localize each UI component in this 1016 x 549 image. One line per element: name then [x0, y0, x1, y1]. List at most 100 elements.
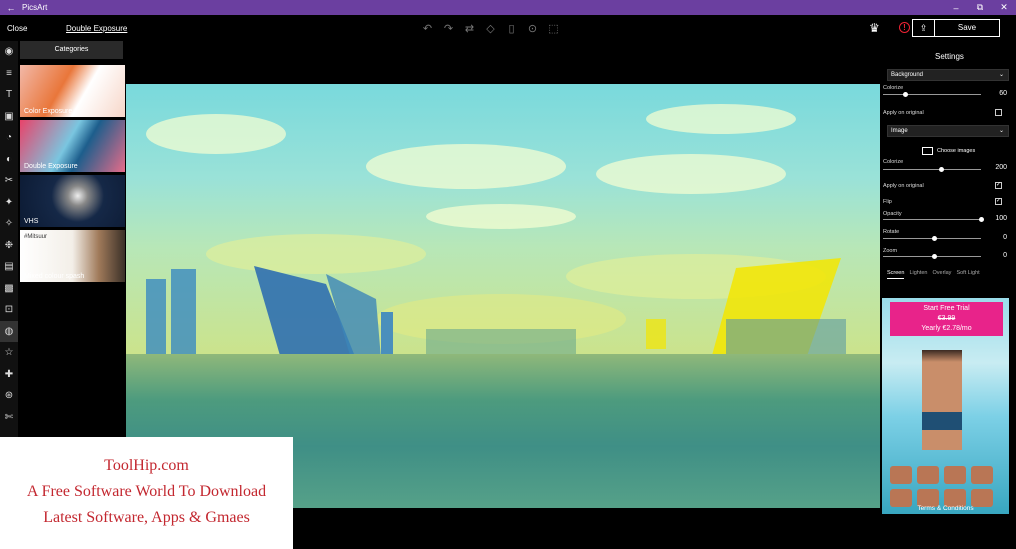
tab-overlay[interactable]: Overlay [932, 270, 951, 279]
watermark-line-2: A Free Software World To Download [26, 483, 267, 500]
info-icon[interactable]: ! [899, 22, 910, 33]
minimize-button[interactable]: – [944, 3, 968, 13]
colorize-slider[interactable] [883, 92, 981, 97]
brush-icon[interactable]: ❉ [0, 235, 18, 257]
watermark-line-3: Latest Software, Apps & Gmaes [43, 509, 250, 526]
heal-icon[interactable]: ✚ [0, 364, 18, 386]
settings-panel: Settings Background ⌄ Colorize 60 Apply o… [880, 41, 1016, 549]
maximize-button[interactable]: ⧉ [968, 2, 992, 13]
trial-text: Start Free Trial [923, 305, 970, 312]
image-icon [922, 147, 933, 155]
slider-knob[interactable] [979, 217, 984, 222]
zoom-slider[interactable] [883, 254, 981, 259]
thumb-tag: #Mitsuur [24, 234, 48, 240]
redo-icon[interactable]: ↷ [441, 21, 456, 35]
flip-checkbox[interactable]: ✓ [995, 198, 1002, 205]
rotate-slider[interactable] [883, 236, 981, 241]
undo-icon[interactable]: ↶ [420, 21, 435, 35]
text-icon[interactable]: T [0, 84, 18, 106]
colorize-value: 60 [999, 90, 1007, 97]
effect-thumb-color-exposure[interactable]: Color Exposure [20, 65, 125, 117]
frame-icon[interactable]: ▩ [0, 278, 18, 300]
old-price: €3.99 [937, 315, 956, 322]
effect-thumb-label: VHS [24, 218, 39, 225]
colorize-value-2: 200 [995, 164, 1007, 171]
apply-original-checkbox[interactable] [995, 109, 1002, 116]
apply-original-label-2: Apply on original [883, 183, 924, 189]
blend-mode-tabs: Screen Lighten Overlay Soft Light [887, 270, 980, 279]
border-icon[interactable]: ⊡ [0, 299, 18, 321]
title-bar: ← PicsArt – ⧉ ✕ [0, 0, 1016, 15]
colorize-label-2: Colorize [883, 159, 904, 165]
left-tool-rail: ◉ ≡ T ▣ ◔ ◐ ✂ ✦ ✧ ❉ ▤ ▩ ⊡ ◍ ☆ ✚ ⊛ ✄ [0, 41, 18, 439]
adjust-icon[interactable]: ≡ [0, 63, 18, 85]
trash-icon[interactable]: ▯ [504, 21, 519, 35]
globe-icon[interactable]: ⊙ [525, 21, 540, 35]
choose-images-button[interactable]: Choose images [922, 147, 975, 155]
cutout-icon[interactable]: ✂ [0, 170, 18, 192]
back-arrow-icon[interactable]: ← [0, 3, 22, 13]
background-dropdown[interactable]: Background ⌄ [887, 69, 1009, 81]
top-toolbar: Close Double Exposure ↶ ↷ ⇄ ◇ ▯ ⊙ ⬚ ♛ ! … [0, 15, 1016, 41]
magic-icon[interactable]: ✧ [0, 213, 18, 235]
dropdown-value: Image [891, 128, 908, 134]
effect-thumb-label: Double Exposure [24, 163, 78, 170]
share-button[interactable]: ⇪ [912, 19, 934, 37]
watermark-box: ToolHip.com A Free Software World To Dow… [0, 437, 293, 549]
eraser-icon[interactable]: ◇ [483, 21, 498, 35]
effect-thumb-label: Color Exposure [24, 108, 73, 115]
flip-label: Flip [883, 199, 892, 205]
colorize-slider-2[interactable] [883, 167, 981, 172]
chevron-down-icon: ⌄ [998, 128, 1004, 134]
slider-knob[interactable] [932, 236, 937, 241]
categories-button[interactable]: Categories [20, 41, 123, 59]
star-icon[interactable]: ☆ [0, 342, 18, 364]
yearly-price: Yearly €2.78/mo [921, 325, 972, 332]
model-photo [922, 350, 962, 450]
slider-knob[interactable] [932, 254, 937, 259]
colorize-label: Colorize [883, 85, 904, 91]
edit-tools: ↶ ↷ ⇄ ◇ ▯ ⊙ ⬚ [420, 21, 561, 35]
opacity-label: Opacity [883, 211, 902, 217]
crown-icon[interactable]: ♛ [869, 21, 880, 35]
eye-icon[interactable]: ◉ [0, 41, 18, 63]
slider-knob[interactable] [903, 92, 908, 97]
promo-banner[interactable]: Start Free Trial €3.99 Yearly €2.78/mo T… [882, 298, 1009, 514]
shape-icon[interactable]: ◐ [0, 149, 18, 171]
choose-images-label: Choose images [937, 148, 976, 154]
tab-soft-light[interactable]: Soft Light [956, 270, 979, 279]
window-title: PicsArt [22, 3, 48, 12]
effect-title: Double Exposure [66, 24, 128, 33]
effect-thumb-vhs[interactable]: VHS [20, 175, 125, 227]
opacity-value: 100 [995, 215, 1007, 222]
close-window-button[interactable]: ✕ [992, 2, 1016, 13]
zoom-label: Zoom [883, 248, 898, 254]
double-exposure-icon[interactable]: ◍ [0, 320, 18, 342]
tab-lighten[interactable]: Lighten [909, 270, 927, 279]
rotate-label: Rotate [883, 229, 900, 235]
image-icon[interactable]: ▣ [0, 106, 18, 128]
apply-original-label: Apply on original [883, 110, 924, 116]
free-trial-button[interactable]: Start Free Trial €3.99 Yearly €2.78/mo [890, 302, 1003, 336]
tab-screen[interactable]: Screen [887, 270, 905, 279]
close-button[interactable]: Close [7, 24, 27, 33]
opacity-slider[interactable] [883, 217, 984, 222]
slider-knob[interactable] [939, 167, 944, 172]
crop-icon[interactable]: ⬚ [546, 21, 561, 35]
history-icon[interactable]: ⇄ [462, 21, 477, 35]
watermark-line-1: ToolHip.com [104, 457, 189, 474]
sparkle-icon[interactable]: ✦ [0, 192, 18, 214]
effect-thumb-double-exposure[interactable]: Double Exposure [20, 120, 125, 172]
image-dropdown[interactable]: Image ⌄ [887, 125, 1009, 137]
stretch-icon[interactable]: ⊛ [0, 385, 18, 407]
chevron-down-icon: ⌄ [998, 72, 1004, 78]
texture-icon[interactable]: ▤ [0, 256, 18, 278]
zoom-value: 0 [1003, 252, 1007, 259]
scissors-icon[interactable]: ✄ [0, 407, 18, 429]
apply-original-checkbox-2[interactable]: ✓ [995, 182, 1002, 189]
sticker-icon[interactable]: ◔ [0, 127, 18, 149]
terms-link[interactable]: Terms & Conditions [882, 505, 1009, 512]
save-button[interactable]: Save [934, 19, 1000, 37]
settings-title: Settings [935, 52, 964, 61]
effect-thumb-mixed[interactable]: #Mitsuur Mixed colour spash [20, 230, 125, 282]
